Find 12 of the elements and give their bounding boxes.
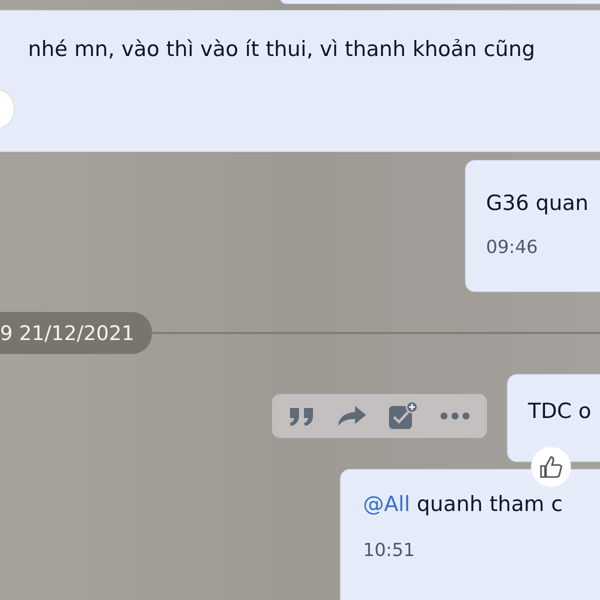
message-text: G36 quan	[486, 191, 590, 216]
message-text: @All quanh tham c	[363, 492, 564, 518]
checkbox-plus-icon[interactable]	[388, 401, 418, 431]
quote-icon[interactable]	[288, 405, 315, 427]
like-button[interactable]	[531, 447, 571, 487]
message-time: 09:46	[486, 236, 538, 260]
share-icon[interactable]	[336, 405, 367, 427]
thumbs-up-icon	[538, 454, 564, 480]
message-time: 10:51	[363, 539, 415, 564]
message-text: nhé mn, vào thì vào ít thui, vì thanh khoản cũng	[28, 37, 536, 62]
message-text: TDC o	[528, 399, 592, 424]
more-icon[interactable]	[440, 412, 470, 420]
